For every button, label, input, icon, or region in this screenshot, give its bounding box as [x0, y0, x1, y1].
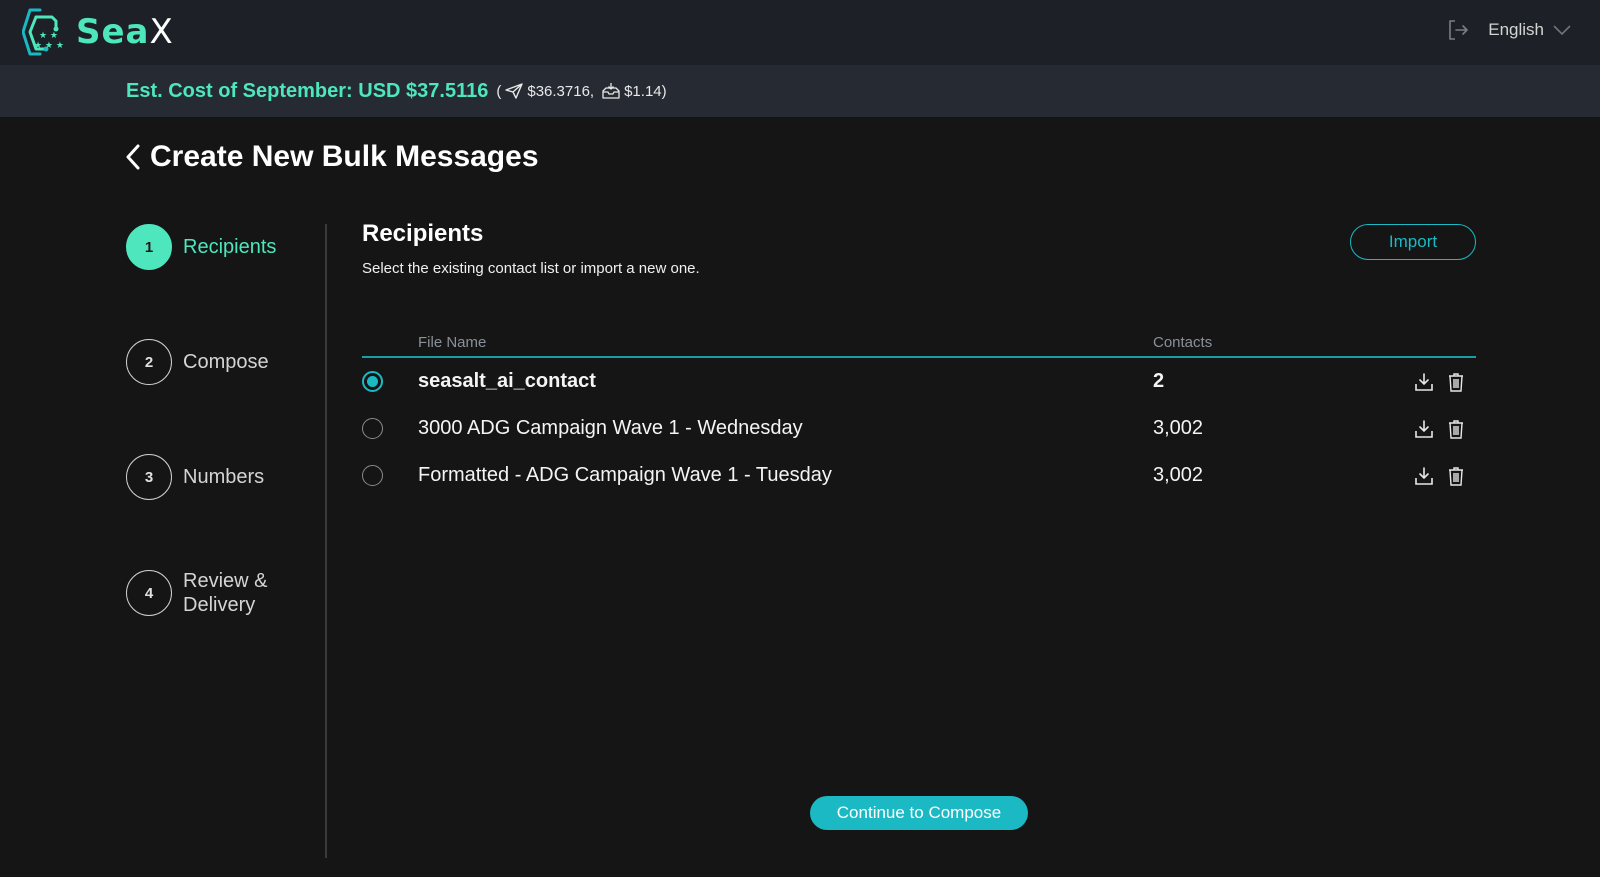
step-number: 4	[126, 570, 172, 616]
inbound-cost: $1.14)	[624, 82, 667, 100]
contact-count: 3,002	[1153, 464, 1204, 486]
contact-list-table: File Name Contacts seasalt_ai_contact 2 …	[362, 330, 1476, 499]
step-compose[interactable]: 2 Compose	[126, 339, 269, 385]
step-label: Numbers	[183, 466, 265, 488]
step-label: Review & Delivery	[183, 570, 268, 616]
svg-text:★ ★ ★: ★ ★ ★	[34, 41, 64, 51]
inbox-icon	[602, 83, 620, 99]
table-row[interactable]: seasalt_ai_contact 2	[362, 358, 1476, 405]
trash-icon[interactable]	[1446, 419, 1466, 439]
cost-breakdown: ( $36.3716, $1.14)	[496, 82, 667, 100]
seax-logo[interactable]: ★ ★ ★ ★ ★ SeaX	[22, 6, 174, 58]
step-number: 2	[126, 339, 172, 385]
import-button[interactable]: Import	[1350, 224, 1476, 260]
continue-to-compose-button[interactable]: Continue to Compose	[810, 796, 1028, 830]
step-recipients[interactable]: 1 Recipients	[126, 224, 276, 270]
section-subtitle: Select the existing contact list or impo…	[362, 260, 700, 277]
logo-text: SeaX	[76, 12, 174, 52]
logout-icon[interactable]	[1446, 18, 1470, 42]
trash-icon[interactable]	[1446, 372, 1466, 392]
top-bar: ★ ★ ★ ★ ★ SeaX English	[0, 0, 1600, 65]
row-radio[interactable]	[362, 465, 383, 486]
file-name: Formatted - ADG Campaign Wave 1 - Tuesda…	[418, 464, 832, 486]
step-review-delivery[interactable]: 4 Review & Delivery	[126, 569, 283, 617]
paper-plane-icon	[505, 83, 524, 99]
row-radio[interactable]	[362, 371, 383, 392]
row-radio[interactable]	[362, 418, 383, 439]
download-icon[interactable]	[1414, 372, 1434, 392]
outbound-cost: $36.3716,	[527, 82, 595, 100]
page-title: Create New Bulk Messages	[150, 140, 539, 173]
chevron-left-icon[interactable]	[124, 142, 142, 172]
contact-count: 3,002	[1153, 417, 1204, 439]
step-label: Compose	[183, 351, 269, 373]
table-header: File Name Contacts	[362, 330, 1476, 358]
download-icon[interactable]	[1414, 419, 1434, 439]
language-label: English	[1488, 20, 1544, 39]
file-name: 3000 ADG Campaign Wave 1 - Wednesday	[418, 417, 803, 439]
stepper-divider	[325, 224, 327, 858]
table-row[interactable]: Formatted - ADG Campaign Wave 1 - Tuesda…	[362, 452, 1476, 499]
contact-count: 2	[1153, 370, 1165, 392]
column-contacts: Contacts	[1153, 334, 1213, 351]
table-row[interactable]: 3000 ADG Campaign Wave 1 - Wednesday 3,0…	[362, 405, 1476, 452]
estimated-cost: Est. Cost of September: USD $37.5116	[126, 79, 489, 102]
recipients-section: Recipients Select the existing contact l…	[362, 220, 1476, 277]
logo-hexagon-icon: ★ ★ ★ ★ ★	[22, 8, 64, 56]
trash-icon[interactable]	[1446, 466, 1466, 486]
section-heading: Recipients	[362, 220, 484, 247]
step-label: Recipients	[183, 236, 277, 258]
language-selector[interactable]: English	[1488, 20, 1572, 40]
svg-text:★ ★: ★ ★	[39, 31, 58, 41]
file-name: seasalt_ai_contact	[418, 370, 596, 392]
step-number: 3	[126, 454, 172, 500]
chevron-down-icon	[1553, 25, 1571, 36]
step-number: 1	[126, 224, 172, 270]
step-numbers[interactable]: 3 Numbers	[126, 454, 264, 500]
column-file-name: File Name	[418, 334, 487, 351]
download-icon[interactable]	[1414, 466, 1434, 486]
cost-bar: Est. Cost of September: USD $37.5116 ( $…	[0, 65, 1600, 117]
top-right-controls: English	[1446, 18, 1572, 42]
back-to-list[interactable]: Create New Bulk Messages	[124, 140, 539, 174]
